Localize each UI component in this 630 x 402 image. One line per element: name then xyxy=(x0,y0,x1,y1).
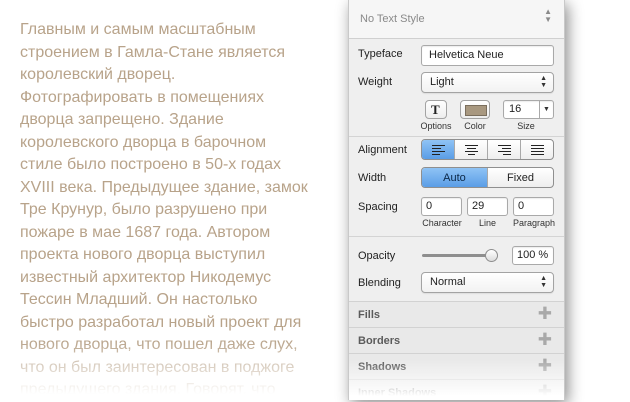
opacity-field[interactable]: 100 % xyxy=(512,246,554,265)
alignment-label: Alignment xyxy=(358,144,407,156)
align-left-icon xyxy=(431,144,445,155)
add-shadow-icon[interactable]: ✚ xyxy=(538,357,552,374)
opacity-slider[interactable] xyxy=(422,249,498,262)
divider xyxy=(349,136,564,137)
shadows-section-header[interactable]: Shadows ✚ xyxy=(349,353,564,380)
shadows-label: Shadows xyxy=(358,361,407,373)
width-segmented-control: Auto Fixed xyxy=(421,167,554,188)
spacing-label: Spacing xyxy=(358,201,398,213)
text-style-selector[interactable]: No Text Style ▲ ▼ xyxy=(349,0,564,39)
paragraph-spacing-field[interactable]: 0 xyxy=(513,197,554,216)
align-left-button[interactable] xyxy=(422,140,454,159)
text-options-icon: T xyxy=(431,102,440,117)
alignment-segmented-control xyxy=(421,139,554,160)
weight-label: Weight xyxy=(358,76,393,88)
borders-section-header[interactable]: Borders ✚ xyxy=(349,327,564,354)
text-options-button[interactable]: T xyxy=(425,100,447,119)
width-label: Width xyxy=(358,172,387,184)
updown-arrows-icon: ▲ ▼ xyxy=(540,275,547,289)
body-text-paragraph[interactable]: Главным и самым масштабным строением в Г… xyxy=(20,19,340,402)
typeface-field[interactable]: Helvetica Neue xyxy=(421,45,554,66)
divider xyxy=(349,236,564,237)
inner-shadows-section-header[interactable]: Inner Shadows ✚ xyxy=(349,379,564,400)
options-label: Options xyxy=(420,121,452,131)
size-label: Size xyxy=(517,121,535,131)
inner-shadows-label: Inner Shadows xyxy=(358,387,437,399)
typeface-label: Typeface xyxy=(358,48,403,60)
color-well[interactable] xyxy=(460,100,490,119)
character-label: Character xyxy=(422,218,462,228)
add-fill-icon[interactable]: ✚ xyxy=(538,305,552,322)
add-border-icon[interactable]: ✚ xyxy=(538,331,552,348)
inspector-panel: No Text Style ▲ ▼ Typeface Helvetica Neue… xyxy=(348,0,565,400)
character-spacing-field[interactable]: 0 xyxy=(421,197,462,216)
updown-arrows-icon: ▲ ▼ xyxy=(540,75,547,89)
blending-label: Blending xyxy=(358,277,401,289)
opacity-label: Opacity xyxy=(358,250,396,262)
align-right-button[interactable] xyxy=(487,140,520,159)
weight-popup[interactable]: Light ▲ ▼ xyxy=(421,72,554,93)
width-fixed-button[interactable]: Fixed xyxy=(487,168,553,187)
blending-popup[interactable]: Normal ▲ ▼ xyxy=(421,272,554,293)
updown-arrows-icon: ▲ ▼ xyxy=(544,7,552,24)
align-right-icon xyxy=(497,144,511,155)
align-center-icon xyxy=(464,144,478,155)
align-justify-button[interactable] xyxy=(520,140,553,159)
fills-label: Fills xyxy=(358,309,381,321)
text-style-label: No Text Style xyxy=(360,13,425,25)
color-label: Color xyxy=(464,121,486,131)
add-inner-shadow-icon[interactable]: ✚ xyxy=(538,383,552,400)
size-value: 16 xyxy=(509,103,522,115)
line-label: Line xyxy=(478,218,496,228)
weight-value: Light xyxy=(430,76,454,88)
line-spacing-field[interactable]: 29 xyxy=(467,197,508,216)
paragraph-label: Paragraph xyxy=(512,218,556,228)
size-field[interactable]: 16 ▼ xyxy=(503,100,554,119)
size-dropdown-icon[interactable]: ▼ xyxy=(539,101,553,118)
borders-label: Borders xyxy=(358,335,401,347)
width-auto-button[interactable]: Auto xyxy=(422,168,487,187)
fills-section-header[interactable]: Fills ✚ xyxy=(349,301,564,328)
opacity-slider-knob[interactable] xyxy=(485,249,498,262)
align-center-button[interactable] xyxy=(454,140,487,159)
align-justify-icon xyxy=(530,144,544,155)
blending-value: Normal xyxy=(430,276,466,288)
color-swatch xyxy=(465,105,487,116)
